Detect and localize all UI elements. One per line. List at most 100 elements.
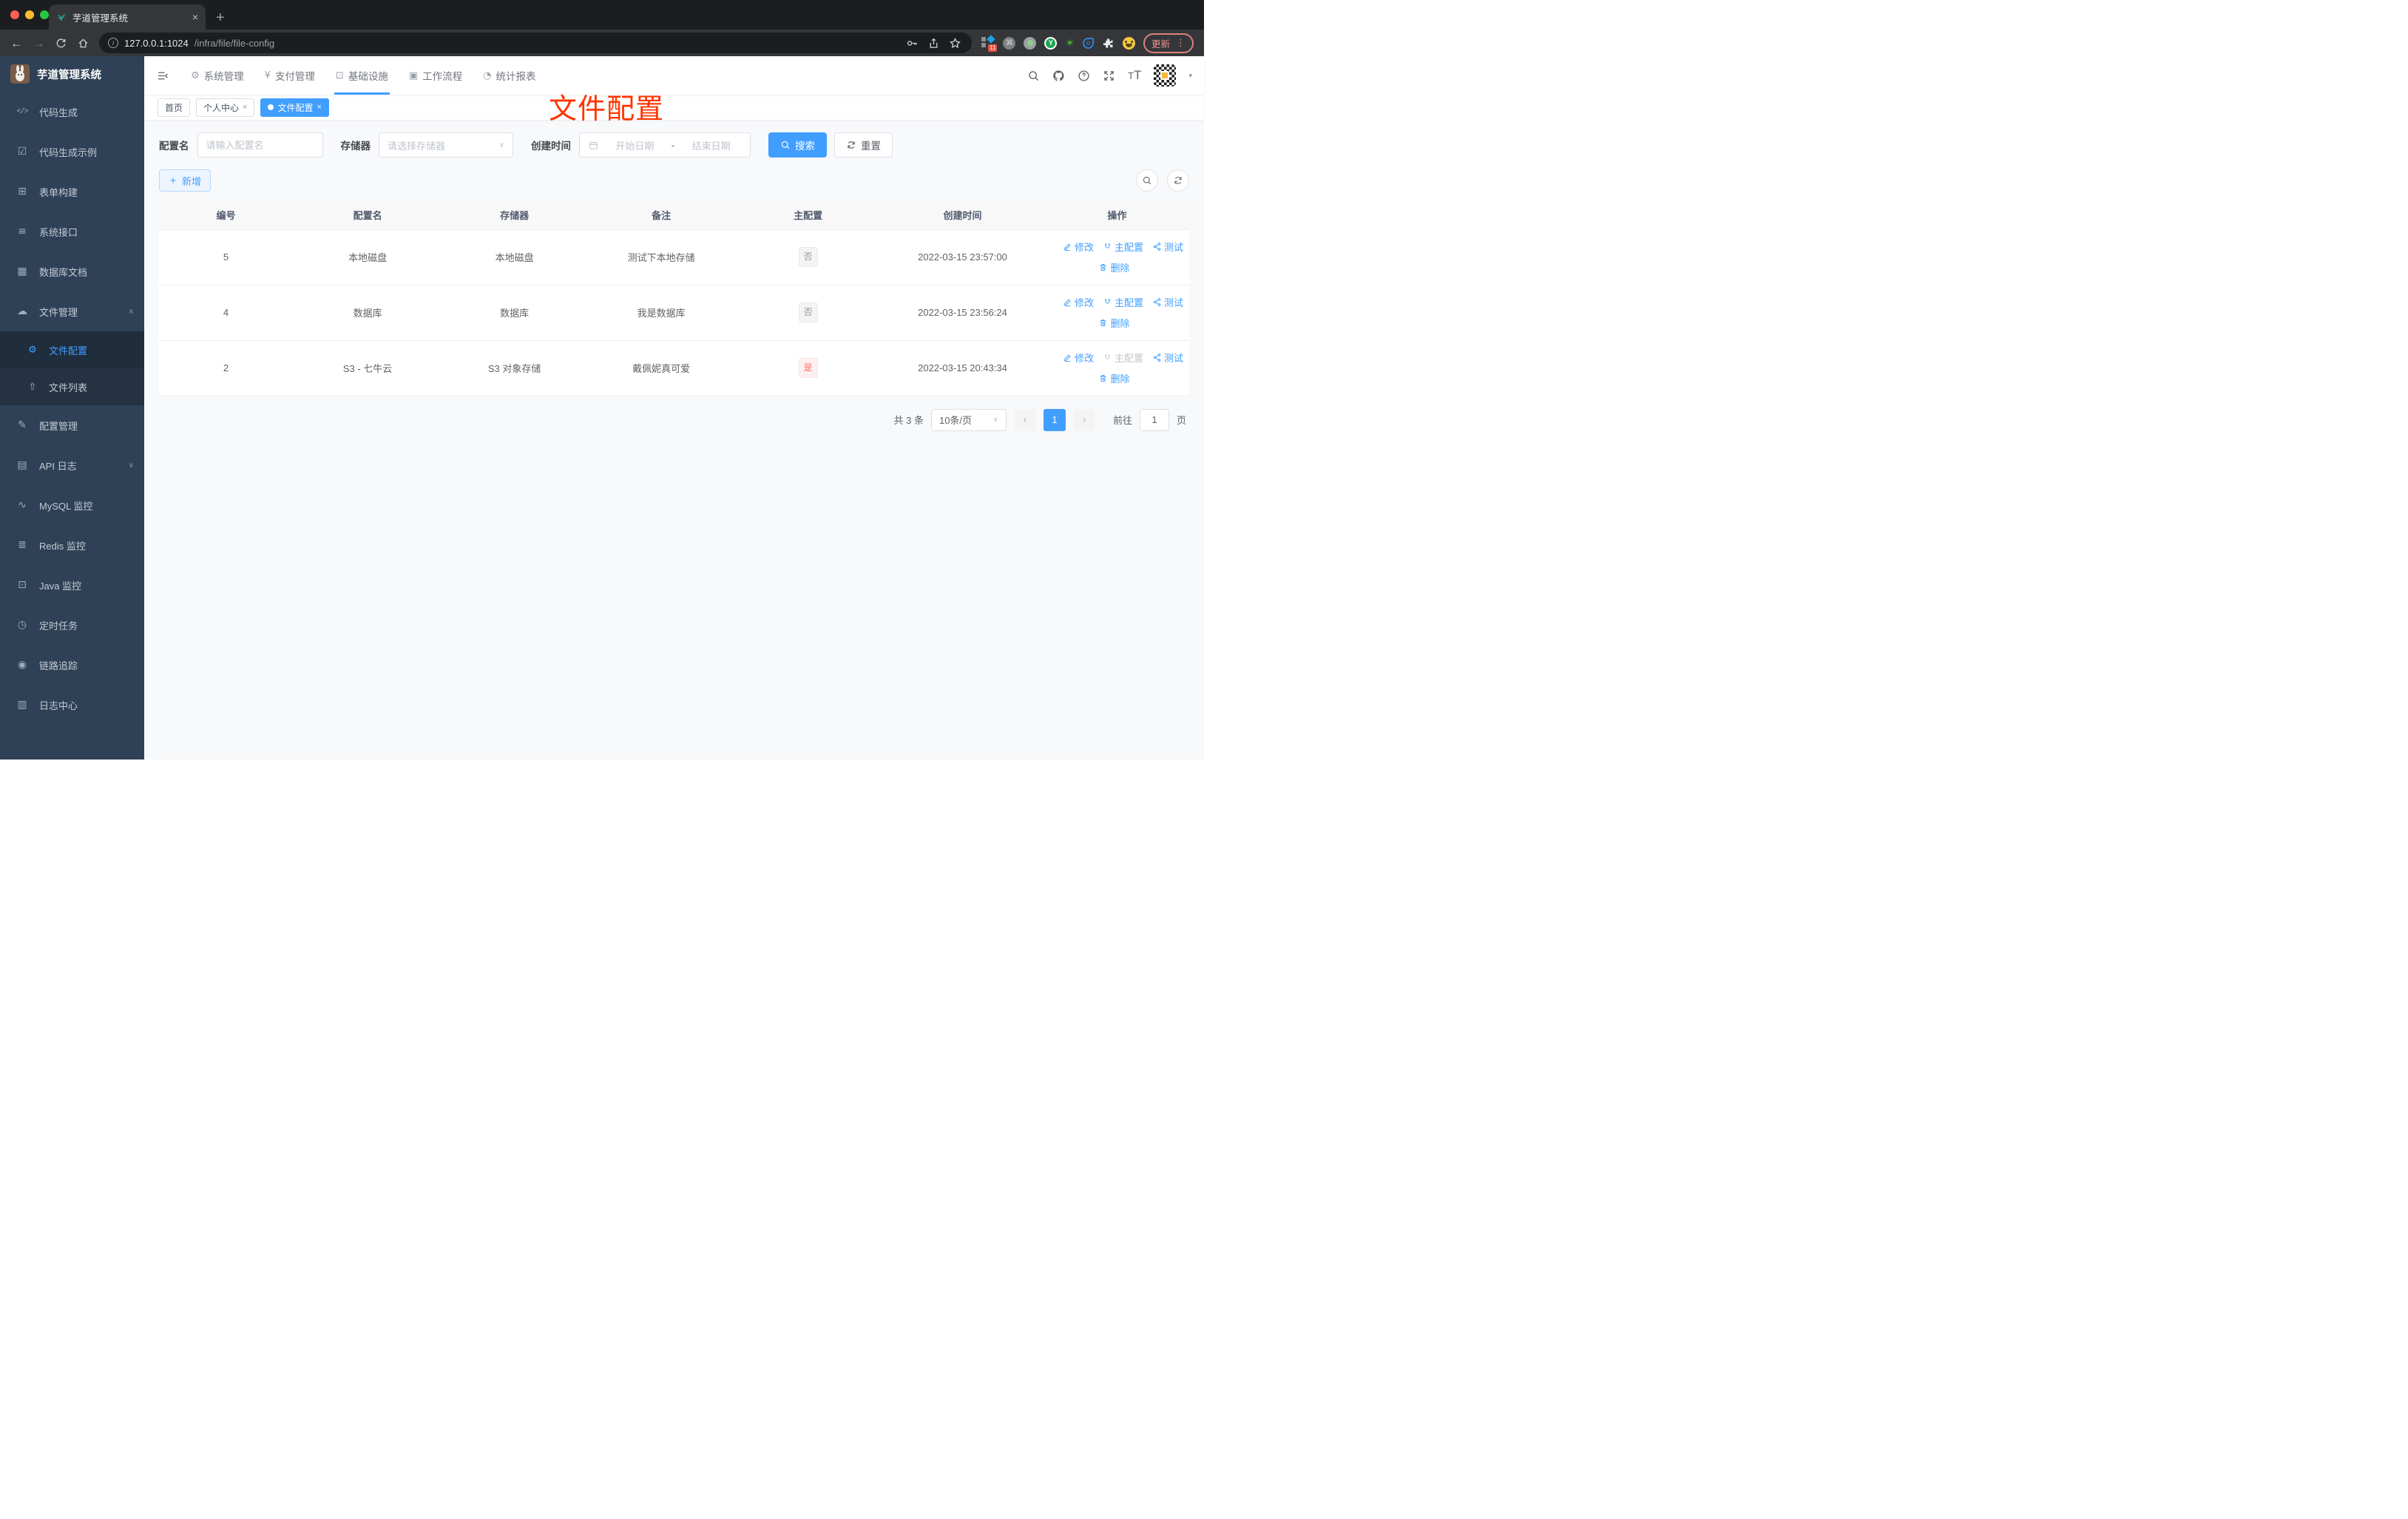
- config-name-input[interactable]: [206, 139, 314, 151]
- page-size-select[interactable]: 10条/页 ∨: [930, 408, 1007, 431]
- extension-star-icon[interactable]: ✶: [1065, 36, 1075, 50]
- goto-page-input[interactable]: [1139, 408, 1169, 431]
- reload-button[interactable]: [55, 37, 67, 50]
- tag-home[interactable]: 首页: [158, 98, 191, 117]
- tag-profile[interactable]: 个人中心 ×: [196, 98, 255, 117]
- tag-file-config[interactable]: 文件配置 ×: [260, 98, 329, 117]
- sidebar-item-log-center[interactable]: ▥ 日志中心: [0, 685, 144, 725]
- edit-action[interactable]: 修改: [1063, 240, 1094, 254]
- extension-emoji-icon[interactable]: [1122, 36, 1135, 50]
- storage-placeholder: 请选择存储器: [388, 140, 446, 152]
- sidebar-item-file-management[interactable]: ☁ 文件管理 ∧: [0, 291, 144, 331]
- delete-action[interactable]: 删除: [1098, 371, 1129, 385]
- sidebar-item-file-config[interactable]: ⚙ 文件配置: [0, 331, 144, 368]
- refresh-icon: [1173, 175, 1183, 186]
- nav-label: 统计报表: [496, 71, 536, 82]
- sidebar-item-api-log[interactable]: ▤ API 日志 ∨: [0, 445, 144, 485]
- extension-eye-icon[interactable]: [1082, 37, 1094, 49]
- master-action[interactable]: 主配置: [1103, 240, 1143, 254]
- cell-id: 2: [159, 340, 294, 396]
- home-button[interactable]: [77, 37, 89, 50]
- document-icon: ▥: [17, 699, 27, 711]
- avatar[interactable]: [1154, 64, 1177, 87]
- add-button[interactable]: 新增: [159, 169, 212, 192]
- font-size-icon[interactable]: TT: [1128, 68, 1141, 83]
- sidebar-item-tracing[interactable]: ◉ 链路追踪: [0, 645, 144, 685]
- extension-command-icon[interactable]: ⌘: [1003, 36, 1016, 50]
- tab-close-icon[interactable]: ×: [192, 11, 198, 23]
- cell-storage: 数据库: [442, 285, 587, 341]
- github-icon[interactable]: [1052, 70, 1065, 82]
- cell-storage: S3 对象存储: [442, 340, 587, 396]
- browser-update-button[interactable]: 更新 ⋮: [1143, 33, 1194, 53]
- page-1-button[interactable]: 1: [1043, 408, 1066, 431]
- test-action[interactable]: 测试: [1152, 295, 1183, 309]
- sidebar-item-label: 文件配置: [49, 345, 88, 356]
- date-range-picker[interactable]: 开始日期 - 结束日期: [579, 132, 751, 158]
- close-window-button[interactable]: [10, 10, 19, 19]
- browser-tab[interactable]: 芋道管理系统 ×: [49, 4, 206, 30]
- show-search-button[interactable]: [1136, 169, 1158, 192]
- sidebar-item-scheduled-jobs[interactable]: ◷ 定时任务: [0, 605, 144, 645]
- sidebar-item-mysql-monitor[interactable]: ∿ MySQL 监控: [0, 485, 144, 525]
- sidebar-item-codegen[interactable]: </> 代码生成: [0, 92, 144, 132]
- back-button[interactable]: ←: [10, 37, 23, 50]
- collapse-sidebar-icon[interactable]: [156, 70, 169, 82]
- col-header-name: 配置名: [293, 201, 443, 230]
- storage-select[interactable]: 请选择存储器 ∨: [379, 132, 513, 158]
- extension-circle-icon[interactable]: [1024, 36, 1037, 50]
- close-icon[interactable]: ×: [317, 103, 321, 112]
- sidebar-item-file-list[interactable]: ⇧ 文件列表: [0, 368, 144, 405]
- sidebar-item-system-api[interactable]: ≡ 系统接口: [0, 212, 144, 251]
- delete-action[interactable]: 删除: [1098, 260, 1129, 274]
- sidebar-item-codegen-example[interactable]: ☑ 代码生成示例: [0, 132, 144, 172]
- prev-page-button[interactable]: ‹: [1013, 408, 1036, 431]
- extensions-puzzle-icon[interactable]: [1102, 37, 1115, 50]
- reset-button[interactable]: 重置: [834, 132, 893, 158]
- refresh-table-button[interactable]: [1167, 169, 1189, 192]
- sidebar-item-java-monitor[interactable]: ⊡ Java 监控: [0, 565, 144, 605]
- tag-label: 个人中心: [203, 102, 240, 113]
- minimize-window-button[interactable]: [25, 10, 34, 19]
- avatar-caret-icon[interactable]: ▾: [1188, 72, 1192, 80]
- col-header-created: 创建时间: [880, 201, 1045, 230]
- new-tab-button[interactable]: +: [216, 10, 225, 30]
- search-button[interactable]: 搜索: [768, 132, 827, 158]
- share-icon[interactable]: [927, 37, 940, 50]
- maximize-window-button[interactable]: [40, 10, 49, 19]
- next-page-button[interactable]: ›: [1072, 408, 1095, 431]
- test-action[interactable]: 测试: [1152, 240, 1183, 254]
- close-icon[interactable]: ×: [243, 103, 247, 112]
- delete-action[interactable]: 删除: [1098, 316, 1129, 330]
- edit-action[interactable]: 修改: [1063, 295, 1094, 309]
- sidebar-item-form-builder[interactable]: ⊞ 表单构建: [0, 172, 144, 212]
- bookmark-star-icon[interactable]: [949, 37, 961, 50]
- cell-name: 数据库: [293, 285, 443, 341]
- forward-button[interactable]: →: [33, 37, 45, 50]
- tag-label: 文件配置: [277, 102, 314, 113]
- site-info-icon[interactable]: i: [108, 38, 118, 48]
- help-icon[interactable]: [1078, 70, 1090, 82]
- browser-menu-icon[interactable]: ⋮: [1176, 37, 1186, 49]
- extension-grid-icon[interactable]: 11: [981, 35, 998, 52]
- extension-y-icon[interactable]: Y: [1044, 36, 1058, 50]
- storage-label: 存储器: [340, 141, 371, 152]
- fullscreen-icon[interactable]: [1103, 70, 1115, 82]
- url-path: /infra/file/file-config: [194, 37, 275, 49]
- test-action[interactable]: 测试: [1152, 351, 1183, 365]
- window-controls[interactable]: [10, 10, 49, 19]
- sidebar-item-config-management[interactable]: ✎ 配置管理: [0, 405, 144, 445]
- password-key-icon[interactable]: [906, 37, 919, 50]
- search-icon[interactable]: [1027, 70, 1040, 82]
- master-action[interactable]: 主配置: [1103, 295, 1143, 309]
- tab-system-management[interactable]: ⚙ 系统管理: [182, 56, 253, 95]
- tab-workflow[interactable]: ▣ 工作流程: [400, 56, 471, 95]
- edit-action[interactable]: 修改: [1063, 351, 1094, 365]
- sidebar-item-db-doc[interactable]: ▦ 数据库文档: [0, 251, 144, 291]
- tab-payment-management[interactable]: ¥ 支付管理: [256, 56, 324, 95]
- url-bar[interactable]: i 127.0.0.1:1024 /infra/file/file-config: [99, 33, 973, 53]
- tab-infrastructure[interactable]: ⊡ 基础设施: [327, 56, 397, 95]
- tab-statistics-report[interactable]: ◔ 统计报表: [474, 56, 544, 95]
- form-grid-icon: ⊞: [18, 186, 27, 197]
- sidebar-item-redis-monitor[interactable]: ≣ Redis 监控: [0, 525, 144, 565]
